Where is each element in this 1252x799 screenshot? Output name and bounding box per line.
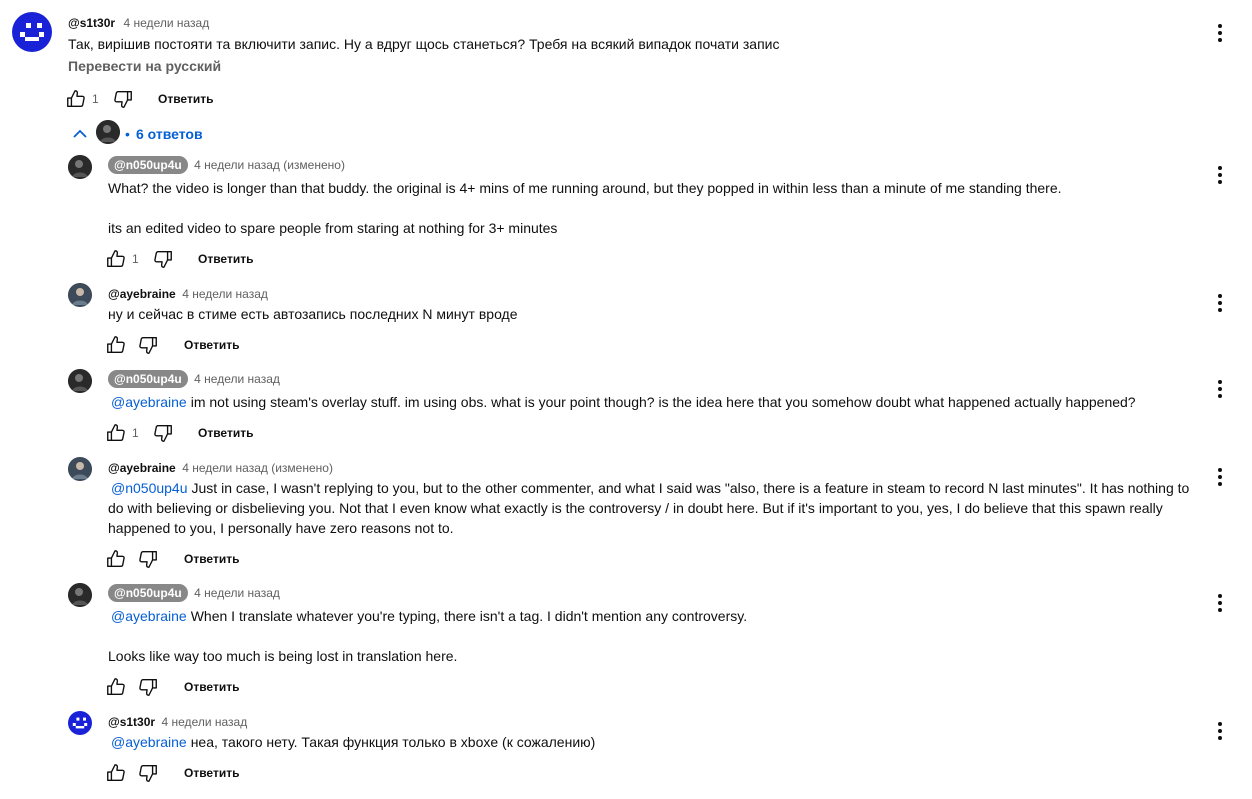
reply-text: Looks like way too much is being lost in… — [108, 648, 458, 664]
reply-header: @n050up4u 4 недели назад — [108, 584, 280, 602]
translate-link[interactable]: Перевести на русский — [68, 58, 221, 74]
avatar[interactable] — [68, 457, 92, 481]
reply-author[interactable]: @ayebraine — [108, 287, 176, 301]
like-icon[interactable] — [105, 762, 127, 784]
dislike-icon[interactable] — [137, 676, 159, 698]
more-actions-icon[interactable] — [1208, 465, 1232, 489]
avatar[interactable] — [68, 583, 92, 607]
reply-body: im not using steam's overlay stuff. im u… — [190, 394, 1136, 410]
dislike-icon[interactable] — [137, 548, 159, 570]
reply-time[interactable]: 4 недели назад (изменено) — [182, 461, 333, 475]
reply-button[interactable]: Ответить — [184, 338, 239, 352]
reply-button[interactable]: Ответить — [198, 426, 253, 440]
reply-text: its an edited video to spare people from… — [108, 220, 558, 236]
mention-link[interactable]: @ayebraine — [111, 394, 187, 410]
more-actions-icon[interactable] — [1208, 291, 1232, 315]
reply-time[interactable]: 4 недели назад — [194, 372, 280, 386]
reply-text: @n050up4u Just in case, I wasn't replying… — [108, 478, 1198, 538]
reply-author[interactable]: @ayebraine — [108, 461, 176, 475]
reply-button[interactable]: Ответить — [198, 252, 253, 266]
reply-author-avatar — [96, 120, 120, 144]
reply-text: ну и сейчас в стиме есть автозапись посл… — [108, 306, 518, 322]
like-icon[interactable] — [105, 248, 127, 270]
reply-time[interactable]: 4 недели назад — [194, 586, 280, 600]
avatar[interactable] — [12, 12, 52, 52]
comment-author[interactable]: @s1t30r — [68, 16, 115, 30]
avatar[interactable] — [68, 283, 92, 307]
reply-body: Just in case, I wasn't replying to you, … — [108, 480, 1190, 536]
reply-button[interactable]: Ответить — [184, 680, 239, 694]
reply-text: What? the video is longer than that budd… — [108, 180, 1062, 196]
reply-author[interactable]: @n050up4u — [108, 156, 188, 174]
avatar[interactable] — [68, 711, 92, 735]
reply-text: @ayebraine When I translate whatever you'… — [108, 606, 1198, 626]
reply-header: @n050up4u 4 недели назад — [108, 370, 280, 388]
like-icon[interactable] — [105, 548, 127, 570]
reply-header: @s1t30r 4 недели назад — [108, 713, 247, 731]
dot-separator: • — [125, 126, 130, 142]
more-actions-icon[interactable] — [1208, 591, 1232, 615]
reply-time[interactable]: 4 недели назад (изменено) — [194, 158, 345, 172]
reply-text: @ayebraine неа, такого нету. Такая функци… — [108, 732, 1198, 752]
reply-header: @ayebraine 4 недели назад — [108, 285, 268, 303]
more-actions-icon[interactable] — [1208, 163, 1232, 187]
comment-time[interactable]: 4 недели назад — [124, 16, 210, 30]
reply-author[interactable]: @s1t30r — [108, 715, 155, 729]
dislike-icon[interactable] — [152, 248, 174, 270]
mention-link[interactable]: @ayebraine — [111, 734, 187, 750]
reply-button[interactable]: Ответить — [184, 552, 239, 566]
avatar[interactable] — [68, 155, 92, 179]
more-actions-icon[interactable] — [1208, 21, 1232, 45]
mention-link[interactable]: @n050up4u — [111, 480, 188, 496]
like-icon[interactable] — [105, 676, 127, 698]
mention-link[interactable]: @ayebraine — [111, 608, 187, 624]
dislike-icon[interactable] — [137, 334, 159, 356]
reply-header: @n050up4u 4 недели назад (изменено) — [108, 156, 345, 174]
more-actions-icon[interactable] — [1208, 377, 1232, 401]
dislike-icon[interactable] — [152, 422, 174, 444]
dislike-icon[interactable] — [137, 762, 159, 784]
avatar[interactable] — [68, 369, 92, 393]
like-icon[interactable] — [105, 422, 127, 444]
dislike-icon[interactable] — [112, 88, 134, 110]
replies-toggle[interactable]: 6 ответов — [136, 126, 203, 142]
reply-button[interactable]: Ответить — [184, 766, 239, 780]
reply-text: @ayebraine im not using steam's overlay s… — [108, 392, 1198, 412]
like-count: 1 — [92, 92, 99, 106]
avatar-image — [20, 23, 44, 41]
reply-button[interactable]: Ответить — [158, 92, 213, 106]
comment-text: Так, вирішив постояти та включити запис.… — [68, 36, 780, 52]
reply-author[interactable]: @n050up4u — [108, 584, 188, 602]
like-icon[interactable] — [105, 334, 127, 356]
chevron-up-icon[interactable] — [72, 128, 88, 140]
like-icon[interactable] — [65, 88, 87, 110]
more-actions-icon[interactable] — [1208, 719, 1232, 743]
comment-header: @s1t30r 4 недели назад — [68, 14, 209, 32]
reply-time[interactable]: 4 недели назад — [182, 287, 268, 301]
reply-author[interactable]: @n050up4u — [108, 370, 188, 388]
reply-body: неа, такого нету. Такая функция только в… — [190, 734, 596, 750]
like-count: 1 — [132, 426, 139, 440]
reply-body: When I translate whatever you're typing,… — [190, 608, 748, 624]
like-count: 1 — [132, 252, 139, 266]
reply-header: @ayebraine 4 недели назад (изменено) — [108, 459, 333, 477]
reply-time[interactable]: 4 недели назад — [162, 715, 248, 729]
